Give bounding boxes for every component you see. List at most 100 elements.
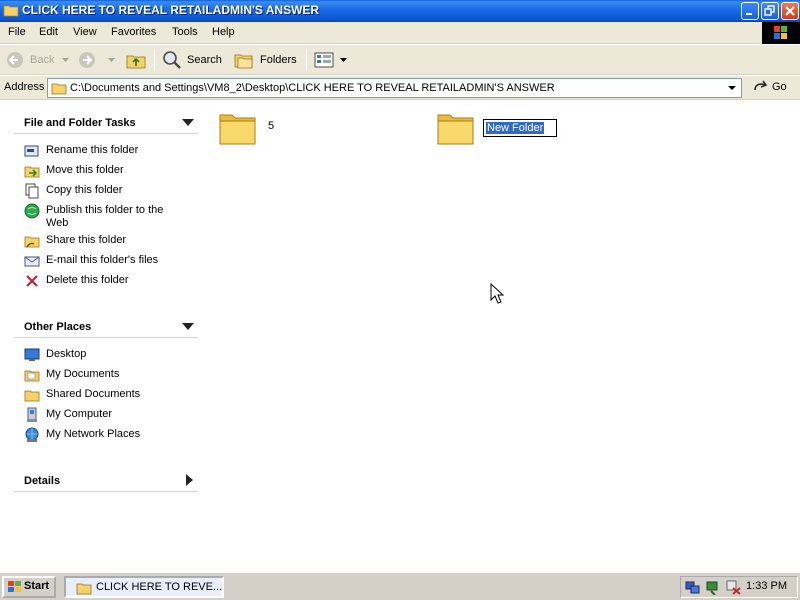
task-label: Publish this folder to the Web [46, 204, 164, 229]
other-places-title: Other Places [24, 321, 92, 333]
folder-icon [219, 114, 256, 145]
mouse-cursor-icon [490, 283, 504, 304]
windows-flag-icon [8, 581, 21, 592]
restore-icon [764, 5, 775, 16]
task-pane: File and Folder Tasks Rename this folder… [0, 101, 210, 572]
rename-text: New Folder [486, 122, 545, 134]
address-label: Address [4, 81, 45, 93]
shared-documents-icon [24, 390, 40, 402]
folders-button[interactable]: Folders [234, 49, 300, 71]
toolbar: Back Search Folders [0, 45, 800, 75]
go-label: Go [772, 81, 787, 93]
task-label: Move this folder [46, 164, 124, 176]
go-arrow-icon [754, 80, 768, 91]
chevron-down-icon [62, 58, 69, 62]
close-button[interactable] [781, 2, 799, 20]
back-button[interactable]: Back [6, 49, 72, 71]
title-bar[interactable]: CLICK HERE TO REVEAL RETAILADMIN'S ANSWE… [0, 0, 800, 22]
taskbar-window-label: CLICK HERE TO REVE... [96, 581, 223, 593]
security-tray-icon[interactable] [725, 579, 741, 595]
menu-view[interactable]: View [73, 26, 97, 38]
other-places-header[interactable]: Other Places [14, 316, 198, 338]
desktop-icon [24, 348, 40, 361]
chevron-down-icon [340, 58, 347, 62]
search-icon [163, 51, 181, 69]
folders-icon [234, 54, 253, 69]
taskbar-window-button[interactable]: CLICK HERE TO REVE... [64, 576, 224, 598]
place-label: My Computer [46, 408, 113, 420]
close-icon [785, 6, 795, 16]
toolbar-separator [154, 49, 155, 71]
details-title: Details [24, 475, 61, 487]
menu-help[interactable]: Help [212, 26, 235, 38]
window-title: CLICK HERE TO REVEAL RETAILADMIN'S ANSWE… [22, 3, 320, 17]
menu-tools[interactable]: Tools [172, 26, 198, 38]
forward-button[interactable] [78, 49, 118, 71]
share-icon [24, 236, 40, 248]
folder-item-new[interactable] [436, 109, 476, 149]
task-label: Copy this folder [46, 184, 123, 196]
back-arrow-icon [7, 52, 23, 68]
search-label: Search [187, 54, 222, 66]
publish-web-icon [24, 203, 40, 219]
delete-icon [26, 275, 38, 287]
windows-logo [762, 22, 800, 44]
place-label: My Documents [46, 368, 120, 380]
address-value: C:\Documents and Settings\VM8_2\Desktop\… [70, 82, 555, 94]
task-label: E-mail this folder's files [46, 254, 159, 266]
task-label: Share this folder [46, 234, 127, 246]
folder-icon [437, 114, 474, 145]
address-dropdown-button[interactable] [724, 80, 740, 96]
back-label: Back [30, 54, 55, 66]
place-label: Desktop [46, 348, 87, 360]
network-tray-icon[interactable] [685, 579, 701, 595]
chevron-down-icon [108, 58, 115, 62]
restore-button[interactable] [761, 2, 779, 20]
menu-edit[interactable]: Edit [39, 26, 58, 38]
folder-icon [76, 583, 92, 595]
minimize-button[interactable] [741, 2, 759, 20]
minimize-icon [746, 13, 752, 15]
task-label: Rename this folder [46, 144, 139, 156]
folder-icon [51, 83, 67, 95]
views-icon [314, 52, 334, 68]
place-label: My Network Places [46, 428, 141, 440]
collapse-arrow-icon [182, 119, 194, 126]
windows-flag-icon [774, 26, 787, 39]
go-button[interactable]: Go [750, 78, 796, 98]
update-tray-icon[interactable] [705, 579, 721, 595]
clock: 1:33 PM [746, 580, 787, 592]
chevron-down-icon [728, 86, 736, 90]
folder-item[interactable]: 5 [218, 109, 298, 149]
up-folder-icon [126, 55, 146, 69]
my-documents-icon [24, 370, 40, 382]
move-icon [24, 166, 40, 178]
folder-content[interactable]: 5 New Folder [210, 101, 800, 572]
copy-icon [25, 183, 39, 199]
folder-name: 5 [268, 120, 275, 132]
collapse-arrow-icon [182, 323, 194, 330]
system-tray: 1:33 PM [680, 576, 798, 598]
rename-icon [24, 145, 39, 157]
menu-bar: File Edit View Favorites Tools Help [0, 22, 800, 44]
file-folder-tasks-title: File and Folder Tasks [24, 117, 136, 129]
folders-label: Folders [260, 54, 297, 66]
email-icon [24, 256, 40, 267]
up-folder-button[interactable] [124, 49, 148, 71]
explorer-window: CLICK HERE TO REVEAL RETAILADMIN'S ANSWE… [0, 0, 800, 572]
place-label: Shared Documents [46, 388, 141, 400]
menu-file[interactable]: File [8, 26, 26, 38]
views-button[interactable] [314, 49, 348, 71]
menu-favorites[interactable]: Favorites [111, 26, 156, 38]
start-button[interactable]: Start [2, 576, 56, 598]
task-label: Delete this folder [46, 274, 129, 286]
rename-input[interactable]: New Folder [483, 119, 557, 137]
address-field[interactable]: C:\Documents and Settings\VM8_2\Desktop\… [47, 78, 742, 98]
file-folder-tasks-header[interactable]: File and Folder Tasks [14, 112, 198, 134]
start-label: Start [24, 580, 50, 592]
folder-icon [3, 5, 19, 17]
forward-arrow-icon [79, 52, 95, 68]
taskbar: Start CLICK HERE TO REVE... 1:33 PM [0, 572, 800, 600]
search-button[interactable]: Search [162, 49, 226, 71]
details-header[interactable]: Details [14, 470, 198, 492]
